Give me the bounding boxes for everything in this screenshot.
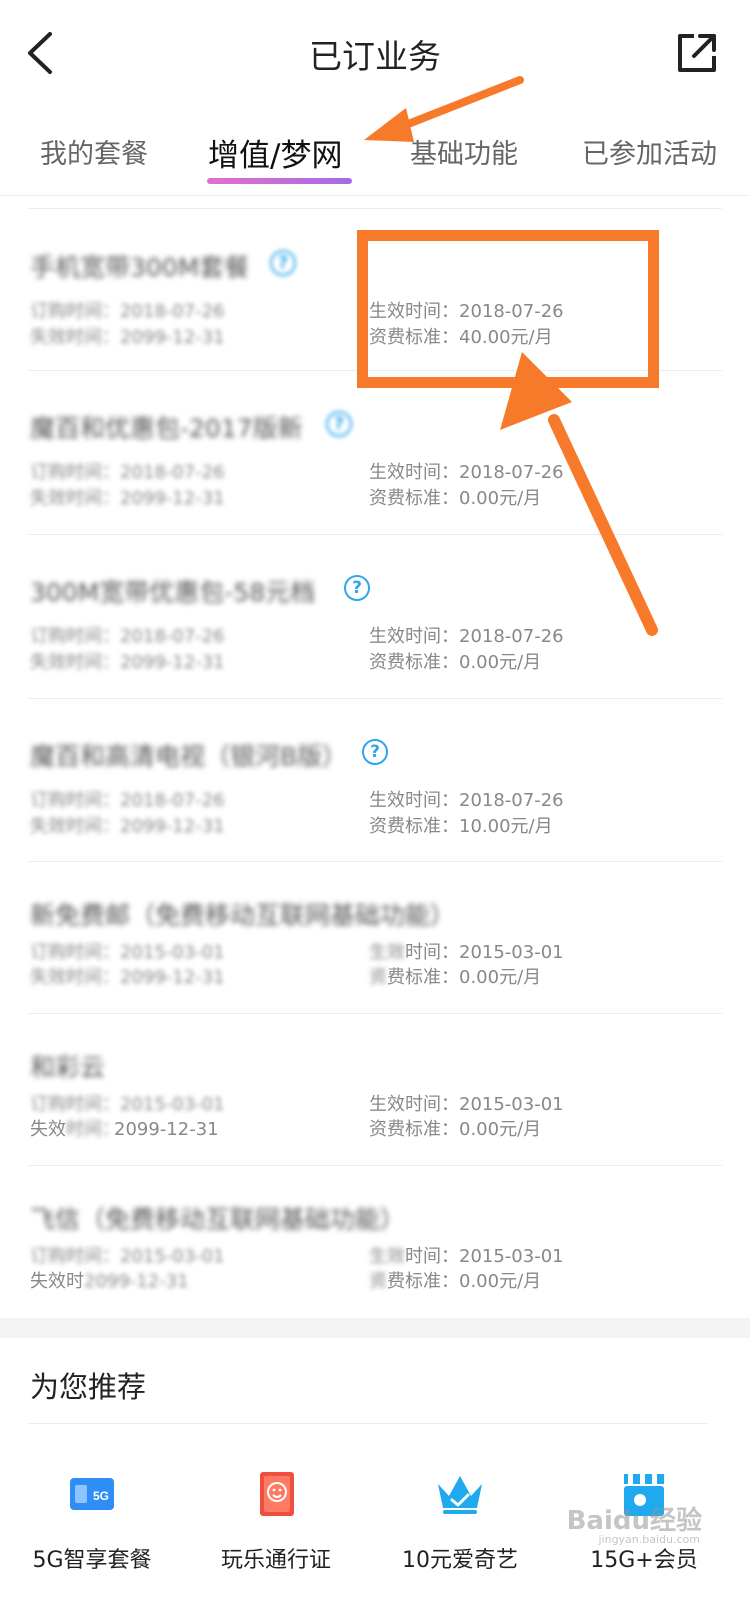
header-bar: 已订业务 — [0, 0, 750, 110]
fee-value: 费标准：0.00元/月 — [387, 967, 541, 988]
list-item[interactable]: 魔百和高清电视（银河B版） ? 订购时间：2018-07-26 失效时间：209… — [28, 699, 722, 862]
fee-standard: 资费标准：0.00元/月 — [369, 484, 541, 510]
recommend-item-fun-pass[interactable]: 玩乐通行证 — [196, 1466, 356, 1574]
smiley-passport-icon — [248, 1466, 304, 1522]
effective-date: 生效时间：2018-07-26 — [369, 458, 564, 484]
expire-date-label: 失效 — [30, 1119, 66, 1140]
fee-standard: 资费标准：0.00元/月 — [369, 1267, 541, 1293]
expire-date: 失效时间：2099-12-31 — [30, 648, 225, 674]
fee-prefix: 资 — [369, 963, 387, 989]
tab-basic-functions[interactable]: 基础功能 — [410, 132, 518, 171]
help-icon[interactable]: ? — [270, 250, 296, 276]
effective-date-value: 时间：2015-03-01 — [405, 1246, 564, 1267]
list-item[interactable]: 和彩云 订购时间：2015-03-01 失效时间：2099-12-31 生效时间… — [28, 1014, 722, 1166]
list-item[interactable]: 魔百和优惠包-2017版新 ? 订购时间：2018-07-26 失效时间：209… — [28, 371, 722, 535]
crown-icon — [432, 1466, 488, 1522]
order-date: 订购时间：2015-03-01 — [30, 1090, 225, 1116]
recommend-label: 10元爱奇艺 — [380, 1542, 540, 1574]
fee-standard: 资费标准：0.00元/月 — [369, 963, 541, 989]
help-icon[interactable]: ? — [326, 411, 352, 437]
expire-date: 失效时间：2099-12-31 — [30, 484, 225, 510]
order-date: 订购时间：2018-07-26 — [30, 297, 225, 323]
list-item[interactable]: 飞信（免费移动互联网基础功能） 订购时间：2015-03-01 失效时2099-… — [28, 1166, 722, 1318]
help-icon[interactable]: ? — [362, 739, 388, 765]
tab-value-added[interactable]: 增值/梦网 — [208, 130, 342, 175]
baidu-watermark-url: jingyan.baidu.com — [598, 1533, 700, 1546]
tab-my-package[interactable]: 我的套餐 — [40, 132, 148, 171]
item-name: 手机宽带300M套餐 — [30, 248, 249, 284]
order-date: 订购时间：2015-03-01 — [30, 938, 225, 964]
effective-date: 生效时间：2015-03-01 — [369, 1242, 564, 1268]
fee-standard: 资费标准：0.00元/月 — [369, 648, 541, 674]
5g-badge-text: 5G — [93, 1489, 109, 1503]
tab-joined-activities[interactable]: 已参加活动 — [582, 132, 717, 171]
5g-card-icon: 5G — [64, 1466, 120, 1522]
expire-date: 失效时间：2099-12-31 — [30, 963, 225, 989]
order-date: 订购时间：2018-07-26 — [30, 622, 225, 648]
order-date: 订购时间：2018-07-26 — [30, 786, 225, 812]
page-title: 已订业务 — [0, 30, 750, 78]
expire-date-value: 2099-12-31 — [84, 1271, 189, 1292]
item-name: 魔百和高清电视（银河B版） — [30, 737, 347, 773]
effective-date-prefix: 生效 — [369, 938, 405, 964]
item-name: 300M宽带优惠包-58元档 — [30, 573, 315, 609]
item-name: 魔百和优惠包-2017版新 — [30, 409, 303, 445]
item-name: 和彩云 — [30, 1048, 105, 1084]
effective-date-prefix: 生效 — [369, 1242, 405, 1268]
fee-standard: 资费标准：0.00元/月 — [369, 1115, 541, 1141]
effective-date: 生效时间：2018-07-26 — [369, 786, 564, 812]
expire-date: 失效时2099-12-31 — [30, 1267, 189, 1293]
recommend-item-iqiyi[interactable]: 10元爱奇艺 — [380, 1466, 540, 1574]
fee-standard: 资费标准：10.00元/月 — [369, 812, 553, 838]
expire-date-value: 2099-12-31 — [114, 1119, 219, 1140]
help-icon[interactable]: ? — [344, 575, 370, 601]
expire-date: 失效时间：2099-12-31 — [30, 812, 225, 838]
order-date: 订购时间：2018-07-26 — [30, 458, 225, 484]
order-date: 订购时间：2015-03-01 — [30, 1242, 225, 1268]
recommend-label: 5G智享套餐 — [12, 1542, 172, 1574]
tab-bar: 我的套餐 增值/梦网 基础功能 已参加活动 — [0, 110, 750, 196]
baidu-watermark: Baidu经验 — [567, 1500, 702, 1537]
list-item[interactable]: 新免费邮（免费移动互联网基础功能） 订购时间：2015-03-01 失效时间：2… — [28, 862, 722, 1014]
item-name: 新免费邮（免费移动互联网基础功能） — [30, 896, 455, 932]
effective-date: 生效时间：2018-07-26 — [369, 622, 564, 648]
highlight-box — [357, 230, 659, 388]
fee-prefix: 资 — [369, 1267, 387, 1293]
active-tab-indicator — [207, 178, 352, 184]
recommend-item-5g-package[interactable]: 5G 5G智享套餐 — [12, 1466, 172, 1574]
effective-date: 生效时间：2015-03-01 — [369, 938, 564, 964]
recommend-title: 为您推荐 — [30, 1364, 146, 1406]
recommend-label: 玩乐通行证 — [196, 1542, 356, 1574]
expire-date-label: 失效时 — [30, 1271, 84, 1292]
effective-date-value: 时间：2015-03-01 — [405, 942, 564, 963]
section-separator — [0, 1318, 750, 1338]
list-item[interactable]: 300M宽带优惠包-58元档 ? 订购时间：2018-07-26 失效时间：20… — [28, 535, 722, 699]
recommend-label: 15G+会员 — [564, 1542, 724, 1574]
expire-date: 失效时间：2099-12-31 — [30, 323, 225, 349]
expire-date: 失效时间：2099-12-31 — [30, 1115, 219, 1141]
effective-date: 生效时间：2015-03-01 — [369, 1090, 564, 1116]
blurred-gap: 时间： — [66, 1115, 114, 1141]
divider — [28, 1423, 708, 1424]
share-icon[interactable] — [674, 30, 720, 76]
item-name: 飞信（免费移动互联网基础功能） — [30, 1200, 405, 1236]
fee-value: 费标准：0.00元/月 — [387, 1271, 541, 1292]
